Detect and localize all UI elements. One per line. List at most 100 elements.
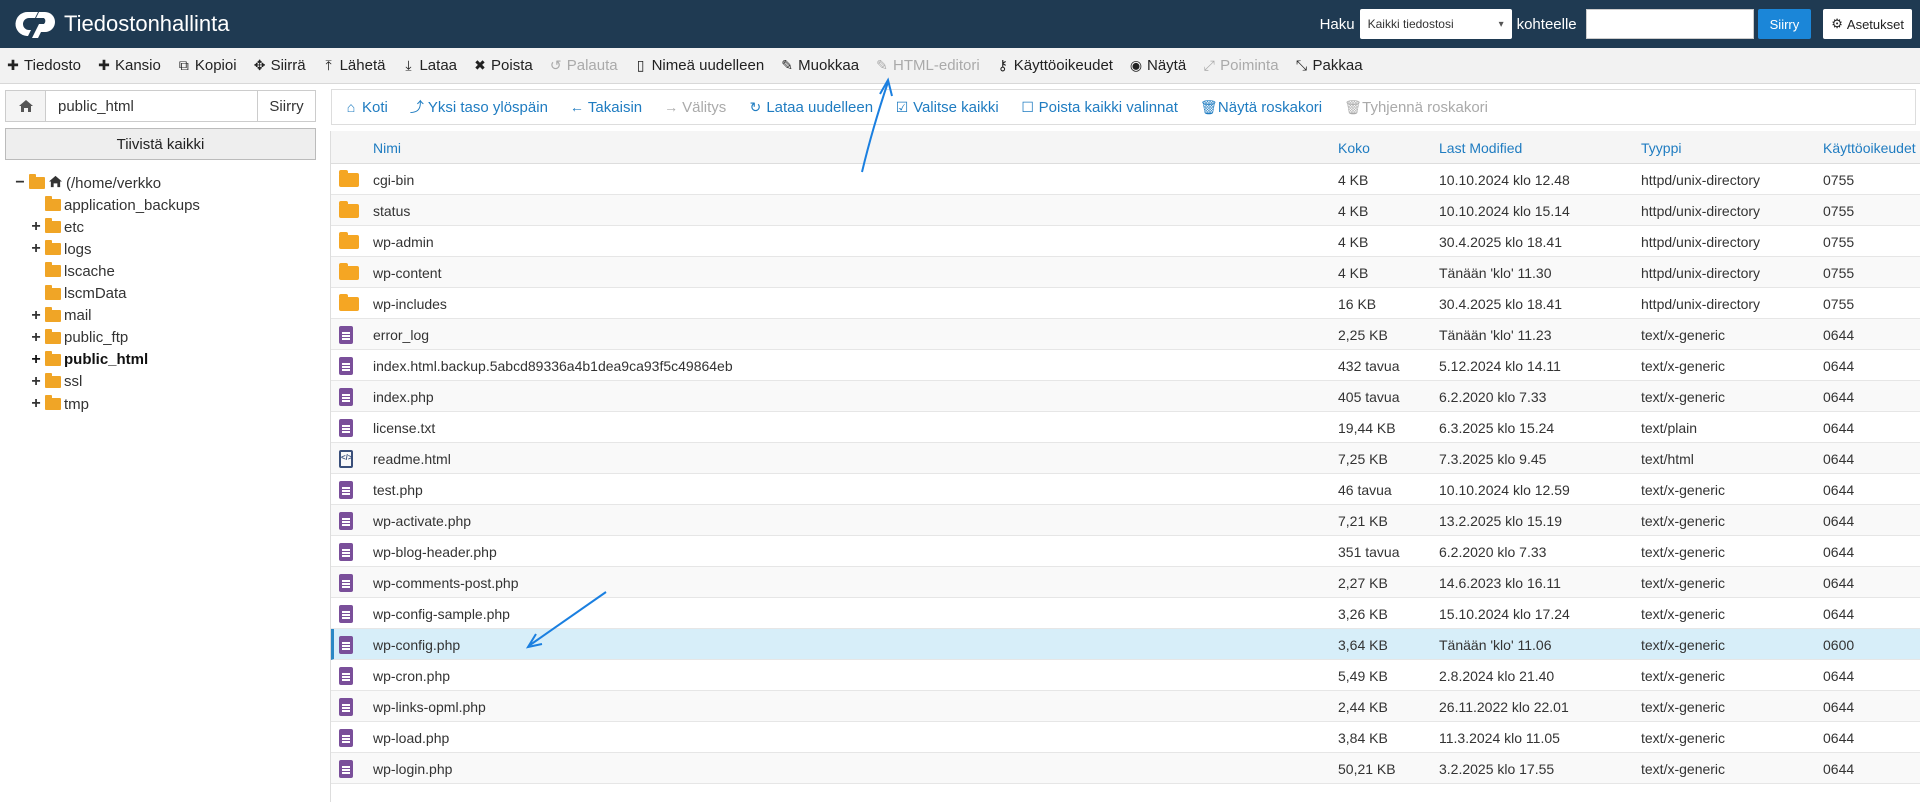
app-logo[interactable]: Tiedostonhallinta xyxy=(12,6,230,42)
nav-button-6[interactable]: ☐ Poista kaikki valinnat xyxy=(1009,90,1188,124)
nav-button-5[interactable]: ☑ Valitse kaikki xyxy=(883,90,1009,124)
expand-icon[interactable]: + xyxy=(30,373,42,391)
cell-name[interactable]: wp-admin xyxy=(373,234,434,250)
table-row[interactable]: wp-admin 4 KB 30.4.2025 klo 18.41 httpd/uni… xyxy=(331,226,1920,257)
tree-item[interactable]: + public_html xyxy=(30,349,148,371)
nav-button-4[interactable]: ↻ Lataa uudelleen xyxy=(736,90,883,124)
tree-item[interactable]: lscache xyxy=(30,260,115,282)
cell-name[interactable]: readme.html xyxy=(373,451,451,467)
toolbar-button-7[interactable]: ↺ Palauta xyxy=(543,48,628,84)
cell-name[interactable]: wp-cron.php xyxy=(373,668,450,684)
table-row[interactable]: error_log 2,25 KB Tänään 'klo' 11.23 text/x… xyxy=(331,319,1920,350)
table-row[interactable]: cgi-bin 4 KB 10.10.2024 klo 12.48 httpd/uni… xyxy=(331,164,1920,195)
toolbar-button-12[interactable]: ◉ Näytä xyxy=(1123,48,1196,84)
cell-name[interactable]: wp-blog-header.php xyxy=(373,544,497,560)
nav-button-7[interactable]: 🗑 Näytä roskakori xyxy=(1188,90,1332,124)
nav-button-3[interactable]: → Välitys xyxy=(652,90,736,124)
table-row[interactable]: wp-activate.php 7,21 KB 13.2.2025 klo 15.1… xyxy=(331,505,1920,536)
expand-icon[interactable]: + xyxy=(30,351,42,369)
table-row[interactable]: wp-config-sample.php 3,26 KB 15.10.2024 kl… xyxy=(331,598,1920,629)
nav-button-0[interactable]: ⌂ Koti xyxy=(332,90,398,124)
tree-item[interactable]: + tmp xyxy=(30,393,89,415)
settings-button[interactable]: ⚙ Asetukset xyxy=(1823,9,1912,39)
toolbar-button-3[interactable]: ✥ Siirrä xyxy=(247,48,316,84)
table-row[interactable]: test.php 46 tavua 10.10.2024 klo 12.59 text… xyxy=(331,474,1920,505)
toolbar-button-10[interactable]: ✎ HTML-editori xyxy=(869,48,990,84)
cell-name[interactable]: status xyxy=(373,203,410,219)
cell-name[interactable]: wp-comments-post.php xyxy=(373,575,519,591)
toolbar-button-9[interactable]: ✎ Muokkaa xyxy=(774,48,869,84)
cell-name[interactable]: test.php xyxy=(373,482,423,498)
tree-item[interactable]: lscmData xyxy=(30,283,127,305)
cell-name[interactable]: wp-activate.php xyxy=(373,513,471,529)
cell-name[interactable]: wp-login.php xyxy=(373,761,452,777)
table-row[interactable]: wp-load.php 3,84 KB 11.3.2024 klo 11.05 tex… xyxy=(331,722,1920,753)
collapse-icon[interactable]: − xyxy=(14,174,26,192)
table-row[interactable]: wp-login.php 50,21 KB 3.2.2025 klo 17.55 te… xyxy=(331,753,1920,784)
cell-name[interactable]: wp-links-opml.php xyxy=(373,699,486,715)
expand-icon[interactable]: + xyxy=(30,240,42,258)
expand-icon[interactable]: + xyxy=(30,395,42,413)
toolbar-button-2[interactable]: ⧉ Kopioi xyxy=(171,48,247,84)
cell-name[interactable]: wp-load.php xyxy=(373,730,449,746)
toolbar-button-1[interactable]: ✚ Kansio xyxy=(91,48,171,84)
cell-name[interactable]: wp-config-sample.php xyxy=(373,606,510,622)
tree-item[interactable]: application_backups xyxy=(30,194,200,216)
table-row[interactable]: wp-includes 16 KB 30.4.2025 klo 18.41 httpd… xyxy=(331,288,1920,319)
table-row[interactable]: wp-content 4 KB Tänään 'klo' 11.30 httpd/un… xyxy=(331,257,1920,288)
search-go-button[interactable]: Siirry xyxy=(1757,9,1812,39)
search-scope-select[interactable]: Kaikki tiedostosi ▾ xyxy=(1359,9,1512,39)
cell-perms: 0644 xyxy=(1823,544,1855,560)
column-header[interactable]: Nimi xyxy=(373,140,401,156)
table-row[interactable]: </> readme.html 7,25 KB 7.3.2025 klo 9.45 te… xyxy=(331,443,1920,474)
cell-name[interactable]: error_log xyxy=(373,327,429,343)
cell-name[interactable]: license.txt xyxy=(373,420,435,436)
expand-icon[interactable]: + xyxy=(30,329,42,347)
path-go-button[interactable]: Siirry xyxy=(257,91,315,121)
toolbar-button-4[interactable]: ⤒ Lähetä xyxy=(316,48,396,84)
table-row[interactable]: status 4 KB 10.10.2024 klo 15.14 httpd/unix… xyxy=(331,195,1920,226)
tree-item[interactable]: − (/home/verkko xyxy=(14,172,161,194)
expand-icon[interactable]: + xyxy=(30,307,42,325)
cell-name[interactable]: index.html.backup.5abcd89336a4b1dea9ca93… xyxy=(373,358,733,374)
table-row[interactable]: wp-cron.php 5,49 KB 2.8.2024 klo 21.40 text… xyxy=(331,660,1920,691)
tree-item[interactable]: + public_ftp xyxy=(30,327,128,349)
toolbar-button-8[interactable]: ▯ Nimeä uudelleen xyxy=(628,48,775,84)
toolbar-button-0[interactable]: ✚ Tiedosto xyxy=(0,48,91,84)
path-home-button[interactable] xyxy=(6,91,46,121)
column-header[interactable]: Tyyppi xyxy=(1641,140,1681,156)
toolbar-button-5[interactable]: ⤓ Lataa xyxy=(395,48,467,84)
toolbar-button-13[interactable]: ⤢ Poiminta xyxy=(1196,48,1288,84)
table-row[interactable]: license.txt 19,44 KB 6.3.2025 klo 15.24 tex… xyxy=(331,412,1920,443)
cell-name[interactable]: cgi-bin xyxy=(373,172,414,188)
nav-button-8[interactable]: 🗑 Tyhjennä roskakori xyxy=(1332,90,1498,124)
table-row[interactable]: wp-comments-post.php 2,27 KB 14.6.2023 klo… xyxy=(331,567,1920,598)
column-header[interactable]: Last Modified xyxy=(1439,140,1522,156)
tree-item[interactable]: + ssl xyxy=(30,371,82,393)
toolbar-button-6[interactable]: ✖ Poista xyxy=(467,48,543,84)
collapse-all-button[interactable]: Tiivistä kaikki xyxy=(5,128,316,160)
toolbar-button-14[interactable]: ⤡ Pakkaa xyxy=(1289,48,1373,84)
tree-item[interactable]: + logs xyxy=(30,238,92,260)
column-header[interactable]: Koko xyxy=(1338,140,1370,156)
tree-item[interactable]: + mail xyxy=(30,305,92,327)
search-input[interactable] xyxy=(1585,9,1754,39)
table-row[interactable]: index.html.backup.5abcd89336a4b1dea9ca93… xyxy=(331,350,1920,381)
cell-name[interactable]: wp-content xyxy=(373,265,441,281)
path-input[interactable]: public_html xyxy=(46,91,257,121)
table-row[interactable]: wp-blog-header.php 351 tavua 6.2.2020 klo … xyxy=(331,536,1920,567)
column-header[interactable]: Käyttöoikeudet xyxy=(1823,140,1916,156)
tree-item-label: tmp xyxy=(64,395,90,413)
tree-item[interactable]: + etc xyxy=(30,216,84,238)
table-row[interactable]: wp-links-opml.php 2,44 KB 26.11.2022 klo 2… xyxy=(331,691,1920,722)
table-row[interactable]: index.php 405 tavua 6.2.2020 klo 7.33 text/… xyxy=(331,381,1920,412)
cell-name[interactable]: wp-includes xyxy=(373,296,447,312)
nav-button-2[interactable]: ← Takaisin xyxy=(558,90,652,124)
cell-name[interactable]: index.php xyxy=(373,389,434,405)
cell-name[interactable]: wp-config.php xyxy=(373,637,460,653)
toolbar-button-11[interactable]: ⚷ Käyttöoikeudet xyxy=(990,48,1123,84)
level-up-icon: ⤴ xyxy=(409,99,424,115)
expand-icon[interactable]: + xyxy=(30,218,42,236)
nav-button-1[interactable]: ⤴ Yksi taso ylöspäin xyxy=(398,90,558,124)
table-row[interactable]: wp-config.php 3,64 KB Tänään 'klo' 11.06 te… xyxy=(331,629,1920,660)
